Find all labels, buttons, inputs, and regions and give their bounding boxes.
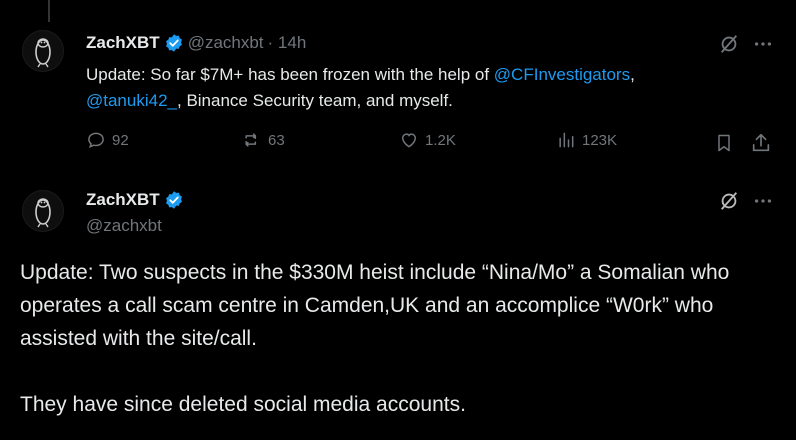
grok-icon[interactable] — [718, 33, 740, 55]
repost-icon — [245, 133, 257, 147]
like-icon — [401, 133, 417, 148]
avatar[interactable] — [22, 30, 64, 72]
action-bar: 92 63 1.2K 123K — [86, 130, 786, 156]
tweet-text-part: , — [630, 65, 635, 84]
tweet-text: Update: Two suspects in the $330M heist … — [20, 256, 780, 421]
views-icon — [559, 132, 574, 148]
views-button[interactable]: 123K — [556, 130, 617, 150]
like-button[interactable]: 1.2K — [399, 130, 456, 150]
grok-icon[interactable] — [718, 190, 740, 212]
tweet-paragraph: They have since deleted social media acc… — [20, 393, 466, 416]
author-row: ZachXBT @zachxbt · 14h — [86, 33, 306, 53]
tweet-text-part: Update: So far $7M+ has been frozen with… — [86, 65, 494, 84]
reply-count: 92 — [112, 131, 129, 149]
tweet-text-part: , Binance Security team, and myself. — [177, 91, 453, 110]
timestamp[interactable]: · 14h — [268, 33, 307, 53]
author-name[interactable]: ZachXBT — [86, 190, 160, 210]
author-handle[interactable]: @zachxbt — [188, 33, 264, 53]
avatar[interactable] — [22, 190, 64, 232]
tweet-text: Update: So far $7M+ has been frozen with… — [86, 62, 776, 114]
more-icon[interactable] — [752, 33, 774, 55]
thread-connector — [48, 0, 50, 22]
repost-count: 63 — [268, 131, 285, 149]
like-count: 1.2K — [425, 131, 456, 149]
mention-link[interactable]: @tanuki42_ — [86, 91, 177, 110]
author-row: ZachXBT — [86, 190, 184, 210]
share-icon[interactable] — [750, 132, 772, 154]
tweet-paragraph: Update: Two suspects in the $330M heist … — [20, 261, 730, 350]
author-name[interactable]: ZachXBT — [86, 33, 160, 53]
views-count: 123K — [582, 131, 618, 149]
repost-button[interactable]: 63 — [242, 130, 285, 150]
reply-button[interactable]: 92 — [86, 130, 129, 150]
more-icon[interactable] — [752, 190, 774, 212]
mention-link[interactable]: @CFInvestigators — [494, 65, 630, 84]
reply-icon — [88, 132, 104, 148]
verified-badge-icon[interactable] — [164, 190, 184, 210]
bookmark-icon[interactable] — [714, 132, 734, 154]
author-handle[interactable]: @zachxbt — [86, 216, 162, 236]
verified-badge-icon[interactable] — [164, 33, 184, 53]
